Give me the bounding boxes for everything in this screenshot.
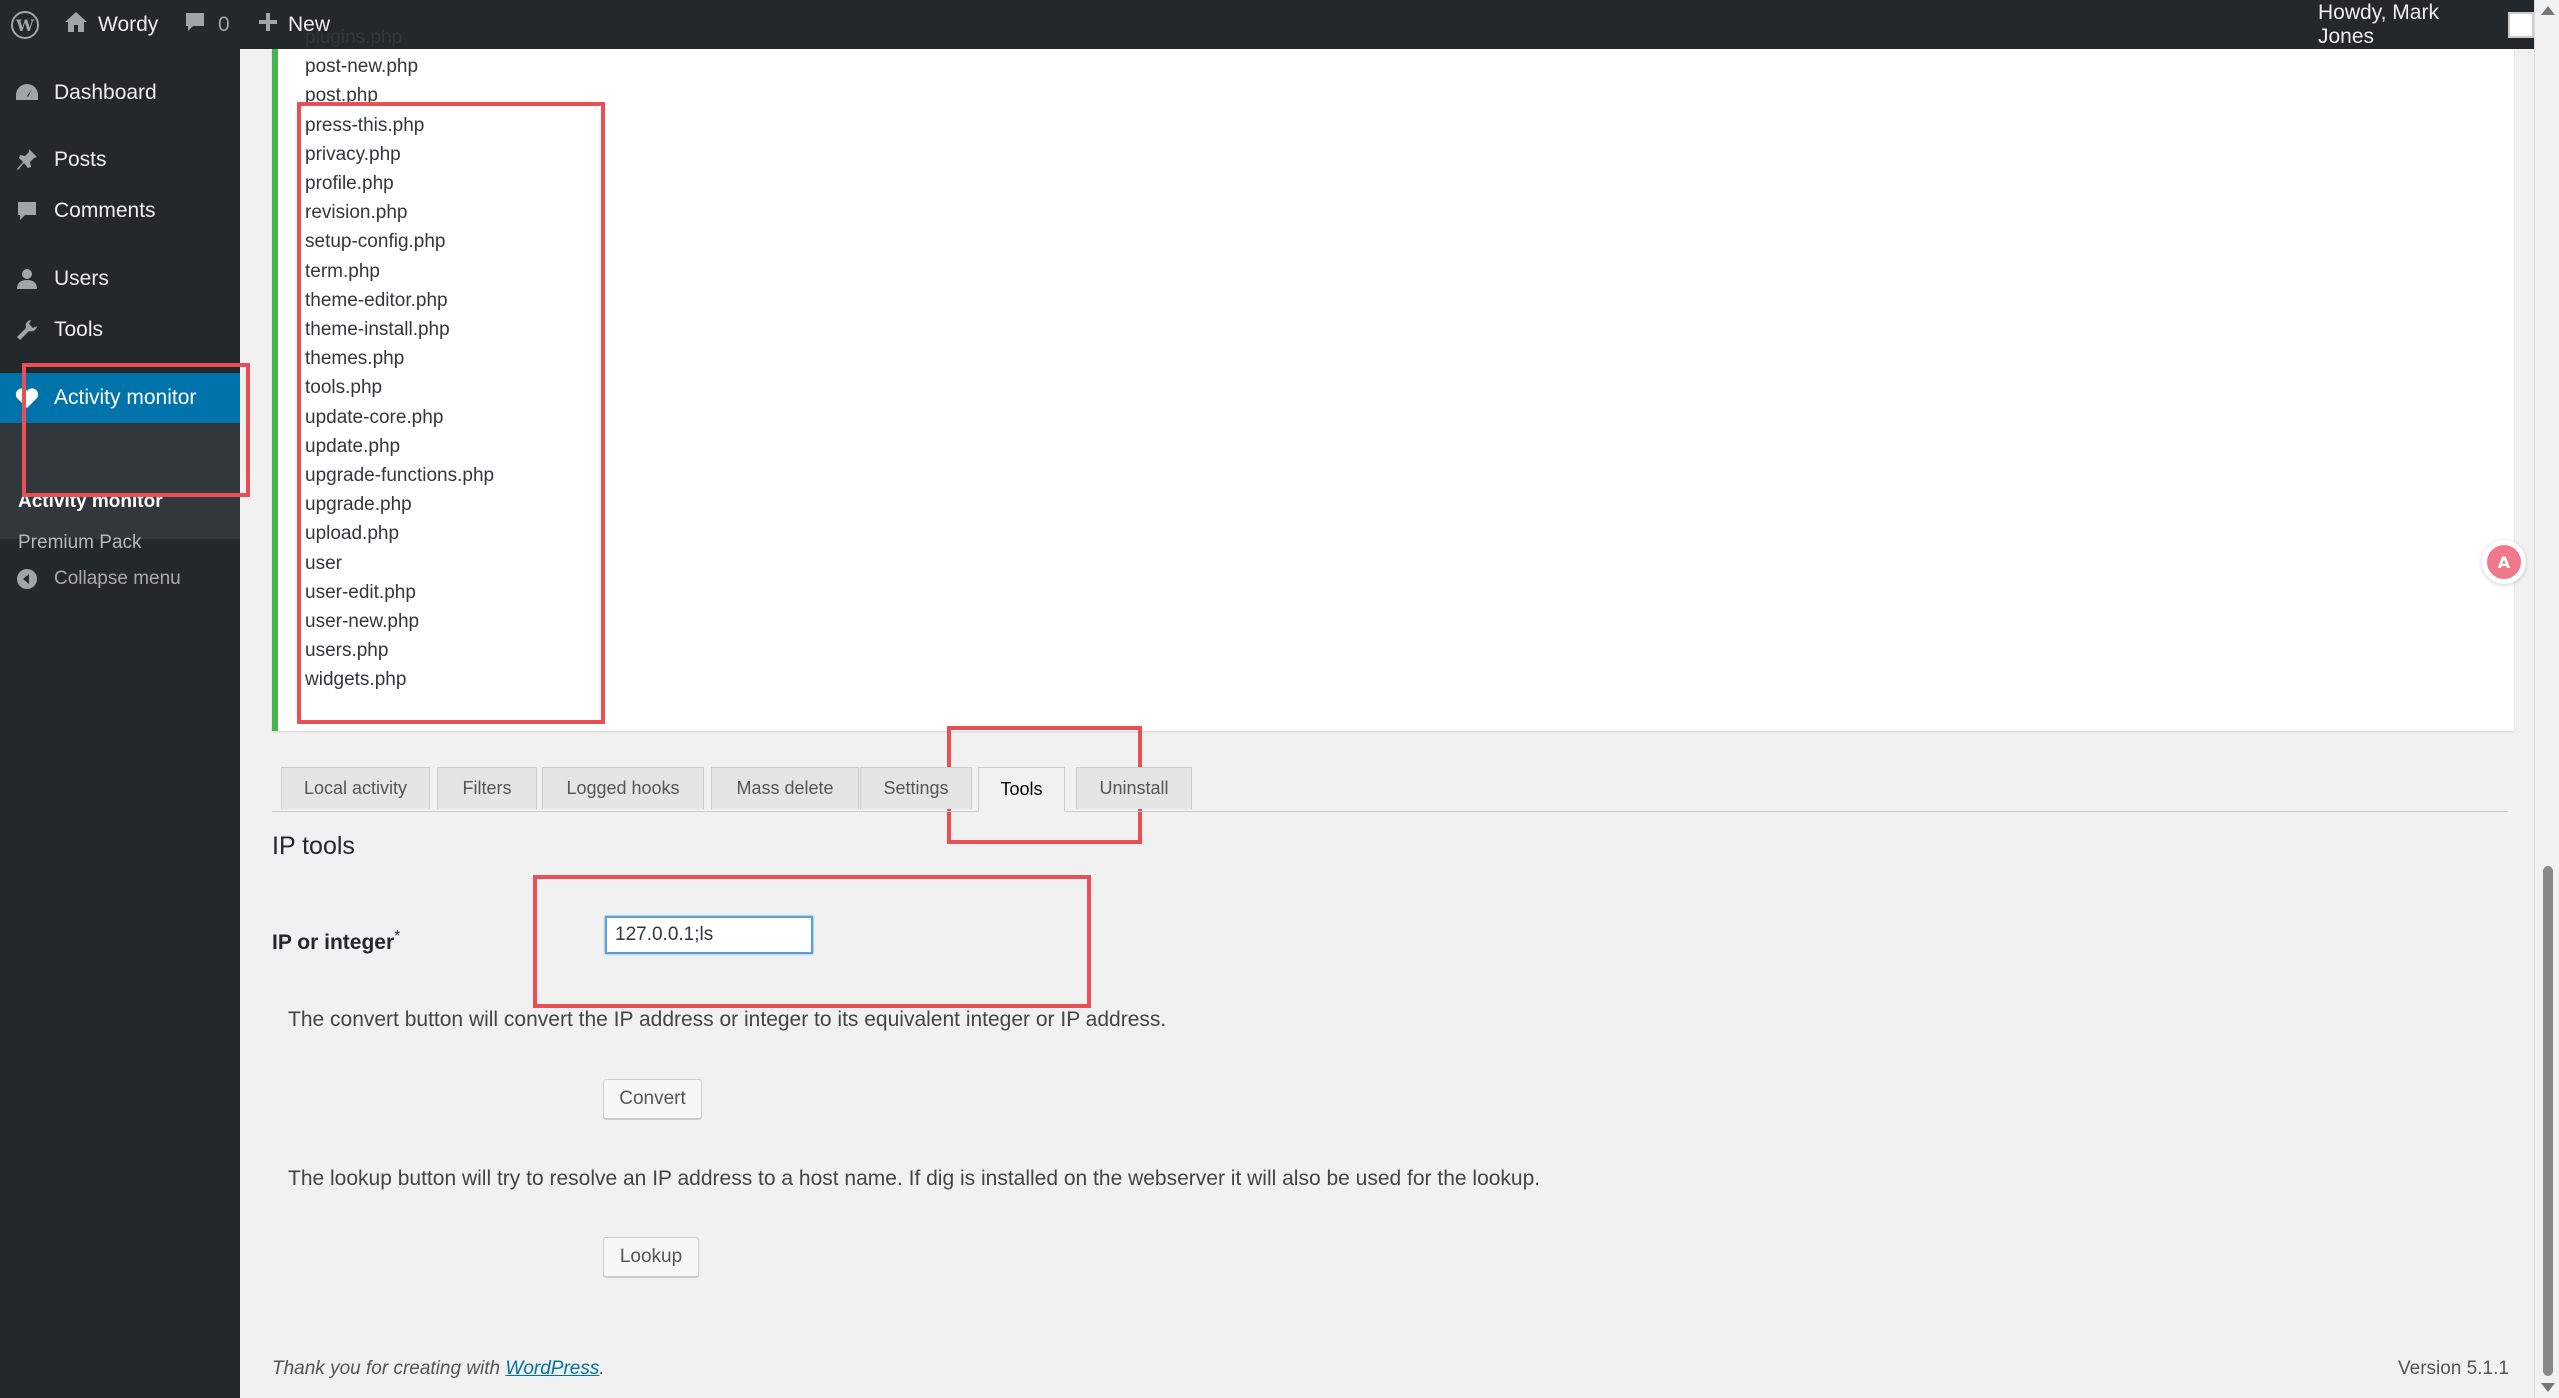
tab-tools[interactable]: Tools bbox=[978, 767, 1065, 812]
site-name: Wordy bbox=[98, 12, 159, 36]
comment-count: 0 bbox=[218, 12, 230, 36]
file-list-item: theme-install.php bbox=[305, 319, 450, 340]
tab-settings[interactable]: Settings bbox=[860, 767, 972, 809]
collapse-menu-button[interactable]: Collapse menu bbox=[0, 554, 240, 604]
activity-monitor-submenu: Activity monitor Premium Pack bbox=[0, 423, 240, 553]
sidebar-item-label: Activity monitor bbox=[54, 386, 197, 409]
scrollbar-thumb[interactable] bbox=[2543, 866, 2553, 1376]
file-list-item: privacy.php bbox=[305, 143, 401, 165]
convert-button[interactable]: Convert bbox=[603, 1079, 702, 1119]
ip-input[interactable] bbox=[605, 916, 813, 954]
convert-description: The convert button will convert the IP a… bbox=[288, 1008, 1167, 1031]
svg-text:W: W bbox=[15, 16, 35, 35]
dashboard-icon bbox=[0, 82, 54, 104]
file-list-item: revision.php bbox=[305, 202, 408, 224]
sidebar-item-label: Comments bbox=[54, 199, 156, 222]
file-list-item: plugins.php bbox=[305, 27, 403, 48]
translate-icon[interactable]: A bbox=[2482, 540, 2526, 584]
plugin-tabs: Local activity Filters Logged hooks Mass… bbox=[272, 767, 2508, 812]
sidebar-item-label: Posts bbox=[54, 148, 107, 171]
file-list-item: setup-config.php bbox=[305, 231, 446, 253]
file-list-item: post.php bbox=[305, 85, 378, 107]
pin-icon bbox=[0, 148, 54, 172]
account-menu[interactable]: Howdy, Mark Jones bbox=[2318, 0, 2534, 49]
avatar bbox=[2508, 11, 2534, 38]
site-home-link[interactable]: Wordy bbox=[64, 0, 158, 49]
sidebar-item-activity-monitor[interactable]: Activity monitor bbox=[0, 373, 240, 423]
tab-logged-hooks[interactable]: Logged hooks bbox=[542, 767, 704, 809]
plus-icon bbox=[258, 12, 278, 38]
file-list-item: user bbox=[305, 552, 342, 574]
file-list-item: upload.php bbox=[305, 523, 400, 545]
submenu-item-premium-pack[interactable]: Premium Pack bbox=[18, 532, 142, 554]
comments-link[interactable]: 0 bbox=[184, 0, 230, 49]
sidebar-item-label: Users bbox=[54, 267, 109, 290]
footer-thanks-text: Thank you for creating with bbox=[272, 1358, 506, 1379]
comment-bubble-icon bbox=[184, 11, 206, 39]
sidebar-item-comments[interactable]: Comments bbox=[0, 186, 240, 236]
admin-sidebar: Dashboard Posts Comments Users Tools Act… bbox=[0, 49, 240, 1398]
sidebar-item-tools[interactable]: Tools bbox=[0, 305, 240, 355]
user-icon bbox=[0, 268, 54, 290]
file-list-item: theme-editor.php bbox=[305, 289, 448, 311]
sidebar-item-posts[interactable]: Posts bbox=[0, 135, 240, 185]
file-list-item: term.php bbox=[305, 260, 380, 282]
lookup-button[interactable]: Lookup bbox=[603, 1237, 699, 1277]
file-list-item: update-core.php bbox=[305, 406, 444, 428]
howdy-text: Howdy, Mark Jones bbox=[2318, 0, 2439, 48]
tab-uninstall[interactable]: Uninstall bbox=[1076, 767, 1192, 809]
required-mark: * bbox=[394, 928, 401, 945]
file-list-item: user-new.php bbox=[305, 611, 420, 632]
file-list-item: users.php bbox=[305, 640, 389, 662]
file-list-item: post-new.php bbox=[305, 56, 419, 78]
footer-thanks-suffix: . bbox=[599, 1358, 605, 1379]
file-list-notice: plugins.php post-new.php post.php press-thi… bbox=[272, 27, 2514, 731]
sidebar-item-label: Tools bbox=[54, 318, 104, 341]
heart-icon bbox=[0, 387, 54, 409]
file-list-item: profile.php bbox=[305, 173, 394, 194]
file-list-item: upgrade-functions.php bbox=[305, 465, 495, 486]
scroll-down-arrow-icon[interactable] bbox=[2541, 1383, 2555, 1392]
submenu-item-activity-monitor[interactable]: Activity monitor bbox=[18, 491, 163, 513]
file-list-item: press-this.php bbox=[305, 114, 425, 136]
ip-field-label: IP or integer* bbox=[272, 928, 400, 955]
file-list-item: tools.php bbox=[305, 377, 383, 399]
file-list-item: user-edit.php bbox=[305, 581, 416, 603]
collapse-label: Collapse menu bbox=[54, 568, 181, 589]
sidebar-item-label: Dashboard bbox=[54, 81, 157, 104]
tab-local-activity[interactable]: Local activity bbox=[281, 767, 430, 809]
comment-icon bbox=[0, 200, 54, 222]
collapse-arrow-icon bbox=[0, 568, 54, 590]
footer-thanks: Thank you for creating with WordPress. bbox=[272, 1358, 605, 1380]
page-scrollbar[interactable] bbox=[2534, 0, 2559, 1398]
file-list-item: upgrade.php bbox=[305, 494, 412, 516]
lookup-description: The lookup button will try to resolve an… bbox=[288, 1167, 1541, 1190]
scroll-up-arrow-icon[interactable] bbox=[2541, 6, 2555, 15]
svg-text:A: A bbox=[2498, 553, 2511, 572]
wordpress-logo-icon[interactable]: W bbox=[10, 0, 40, 49]
file-list-item: update.php bbox=[305, 435, 401, 457]
tab-filters[interactable]: Filters bbox=[437, 767, 537, 809]
file-list-item: themes.php bbox=[305, 348, 405, 370]
wordpress-link[interactable]: WordPress bbox=[505, 1358, 599, 1379]
ip-label-text: IP or integer bbox=[272, 931, 395, 954]
file-list-item: widgets.php bbox=[305, 669, 407, 691]
sidebar-item-dashboard[interactable]: Dashboard bbox=[0, 68, 240, 118]
footer-version: Version 5.1.1 bbox=[2398, 1358, 2509, 1379]
wrench-icon bbox=[0, 319, 54, 341]
home-icon bbox=[64, 11, 88, 39]
section-title: IP tools bbox=[272, 832, 355, 860]
sidebar-item-users[interactable]: Users bbox=[0, 254, 240, 304]
tab-mass-delete[interactable]: Mass delete bbox=[711, 767, 859, 809]
